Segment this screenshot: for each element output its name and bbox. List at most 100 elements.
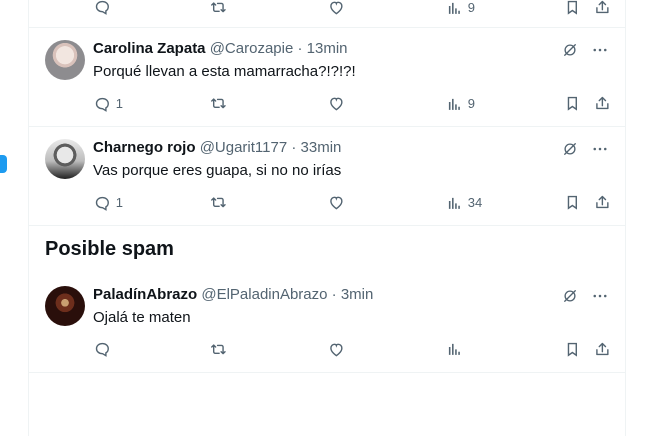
tweet-text: Vas porque eres guapa, si no no irías	[93, 162, 342, 179]
like-button[interactable]	[327, 340, 350, 359]
views-button[interactable]: 34	[445, 193, 482, 213]
reply-button[interactable]	[93, 0, 112, 17]
tweet-header: Charnego rojo @Ugarit1177 · 33min	[93, 138, 341, 158]
share-button[interactable]	[593, 193, 612, 212]
tweet-text: Ojalá te maten	[93, 309, 191, 326]
timestamp[interactable]: 33min	[301, 139, 342, 156]
separator: ·	[331, 286, 337, 303]
tweet-actions	[93, 340, 613, 360]
more-icon	[591, 41, 609, 59]
grok-button[interactable]	[560, 40, 580, 60]
side-tab-indicator	[0, 155, 7, 173]
grok-icon	[561, 41, 579, 59]
views-icon	[445, 194, 464, 213]
share-icon	[593, 340, 612, 359]
heart-icon	[327, 0, 346, 17]
bookmark-icon	[563, 340, 582, 359]
timeline: 9 Carolina Zapata @Carozapie · 13min Por…	[28, 0, 626, 436]
repost-button[interactable]	[209, 193, 232, 212]
repost-icon	[209, 193, 228, 212]
more-button[interactable]	[590, 139, 610, 159]
reply-tweet[interactable]: Carolina Zapata @Carozapie · 13min Porqu…	[29, 28, 626, 127]
like-button[interactable]	[327, 193, 350, 212]
tweet-header: PaladínAbrazo @ElPaladinAbrazo · 3min	[93, 285, 373, 305]
display-name[interactable]: PaladínAbrazo	[93, 286, 197, 303]
bookmark-icon	[563, 193, 582, 212]
share-icon	[593, 193, 612, 212]
bookmark-icon	[563, 0, 582, 17]
partial-actions: 9	[93, 0, 613, 18]
user-handle[interactable]: @Ugarit1177	[200, 139, 288, 156]
reply-count: 1	[115, 195, 123, 210]
reply-button[interactable]	[93, 340, 116, 359]
timestamp[interactable]: 13min	[307, 40, 348, 57]
share-button[interactable]	[593, 340, 612, 359]
avatar[interactable]	[45, 286, 85, 326]
share-icon	[593, 94, 612, 113]
avatar[interactable]	[45, 40, 85, 80]
repost-icon	[209, 94, 228, 113]
section-title: Posible spam	[45, 238, 174, 260]
grok-button[interactable]	[560, 139, 580, 159]
grok-icon	[561, 287, 579, 305]
tweet-actions: 1 9	[93, 94, 613, 114]
views-icon	[445, 340, 464, 359]
tweet-top-icons	[560, 286, 610, 306]
bookmark-button[interactable]	[563, 193, 582, 212]
reply-count: 1	[115, 96, 123, 111]
views-icon	[445, 95, 464, 114]
share-icon	[593, 0, 612, 17]
tweet-text: Porqué llevan a esta mamarracha?!?!?!	[93, 63, 356, 80]
grok-icon	[561, 140, 579, 158]
views-button[interactable]: 9	[445, 94, 475, 114]
bookmark-button[interactable]	[563, 94, 582, 113]
views-icon	[445, 0, 464, 17]
avatar[interactable]	[45, 139, 85, 179]
reply-tweet[interactable]: PaladínAbrazo @ElPaladinAbrazo · 3min Oj…	[29, 274, 626, 373]
tweet-top-icons	[560, 40, 610, 60]
user-handle[interactable]: @ElPaladinAbrazo	[201, 286, 327, 303]
tweet-top-icons	[560, 139, 610, 159]
view-count: 34	[467, 195, 483, 210]
tweet-actions: 1 34	[93, 193, 613, 213]
partial-top-tweet: 9	[29, 0, 626, 28]
reply-button[interactable]: 1	[93, 193, 123, 213]
more-icon	[591, 287, 609, 305]
views-button[interactable]: 9	[445, 0, 475, 18]
display-name[interactable]: Carolina Zapata	[93, 40, 206, 57]
reply-tweet[interactable]: Charnego rojo @Ugarit1177 · 33min Vas po…	[29, 127, 626, 226]
bookmark-button[interactable]	[563, 340, 582, 359]
reply-icon	[93, 95, 112, 114]
more-icon	[591, 140, 609, 158]
heart-icon	[327, 340, 346, 359]
reply-icon	[93, 194, 112, 213]
tweet-header: Carolina Zapata @Carozapie · 13min	[93, 39, 348, 59]
more-button[interactable]	[590, 286, 610, 306]
bookmark-icon	[563, 94, 582, 113]
reply-icon	[93, 340, 112, 359]
user-handle[interactable]: @Carozapie	[210, 40, 294, 57]
repost-icon	[209, 340, 228, 359]
views-button[interactable]	[445, 340, 468, 359]
more-button[interactable]	[590, 40, 610, 60]
repost-button[interactable]	[209, 340, 232, 359]
separator: ·	[291, 139, 297, 156]
repost-icon	[209, 0, 228, 17]
grok-button[interactable]	[560, 286, 580, 306]
bookmark-button[interactable]	[563, 0, 582, 17]
repost-button[interactable]	[209, 0, 228, 17]
separator: ·	[297, 40, 303, 57]
reply-icon	[93, 0, 112, 17]
heart-icon	[327, 193, 346, 212]
view-count: 9	[467, 0, 475, 15]
share-button[interactable]	[593, 0, 612, 17]
heart-icon	[327, 94, 346, 113]
display-name[interactable]: Charnego rojo	[93, 139, 196, 156]
repost-button[interactable]	[209, 94, 232, 113]
like-button[interactable]	[327, 0, 346, 17]
like-button[interactable]	[327, 94, 350, 113]
view-count: 9	[467, 96, 475, 111]
share-button[interactable]	[593, 94, 612, 113]
reply-button[interactable]: 1	[93, 94, 123, 114]
timestamp[interactable]: 3min	[341, 286, 374, 303]
